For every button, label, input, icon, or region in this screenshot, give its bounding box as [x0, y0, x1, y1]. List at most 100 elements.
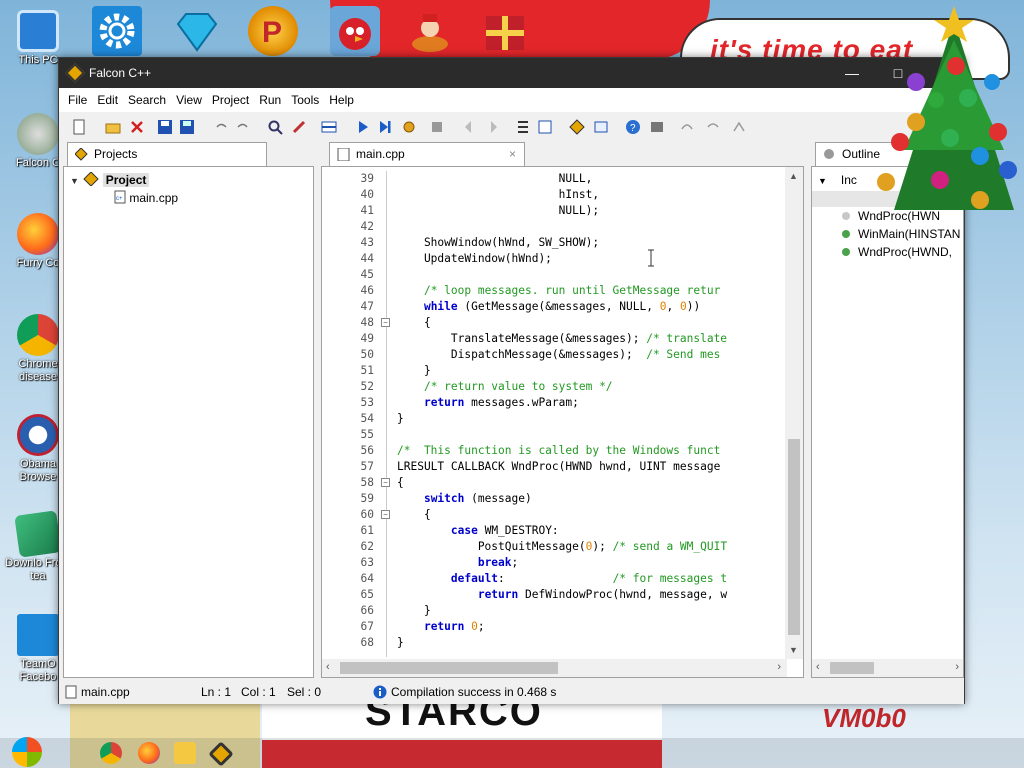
back-icon[interactable]	[461, 119, 477, 135]
code-line[interactable]: }	[397, 603, 431, 619]
scroll-right-arrow-icon[interactable]: ›	[777, 661, 781, 673]
replace-icon[interactable]	[291, 119, 307, 135]
scroll-left-arrow-icon[interactable]: ‹	[816, 661, 820, 673]
close-icon[interactable]	[129, 119, 145, 135]
outline-item-wndproc[interactable]: WndProc(HWND,	[842, 243, 952, 261]
package-icon[interactable]	[593, 119, 609, 135]
code-editor[interactable]: 39 NULL, 40 hInst, 41 NULL); 42 43 ShowWindo…	[321, 166, 804, 678]
tab-projects[interactable]: Projects	[67, 142, 267, 166]
code-line[interactable]: {	[397, 507, 431, 523]
open-folder-icon[interactable]	[105, 119, 121, 135]
redo-icon[interactable]	[235, 119, 251, 135]
fold-toggle-icon[interactable]: −	[381, 510, 390, 519]
scroll-up-arrow-icon[interactable]: ▲	[789, 171, 798, 181]
fold-toggle-icon[interactable]: −	[381, 318, 390, 327]
tab-main-cpp[interactable]: main.cpp ×	[329, 142, 525, 166]
outline-item-include[interactable]: ▼ Inc	[818, 171, 857, 190]
menu-file[interactable]: File	[63, 88, 92, 112]
chevron-down-icon[interactable]: ▼	[70, 172, 80, 190]
code-line[interactable]: default: /* for messages t	[397, 571, 727, 587]
scroll-right-arrow-icon[interactable]: ›	[955, 661, 959, 673]
code-line[interactable]: hInst,	[397, 187, 599, 203]
tab-close-button[interactable]: ×	[509, 143, 516, 165]
vertical-scrollbar[interactable]: ▲ ▼	[785, 167, 803, 659]
h-scroll-thumb[interactable]	[830, 662, 874, 674]
help-icon[interactable]: ?	[625, 119, 641, 135]
start-button[interactable]	[12, 737, 42, 767]
firefox-icon	[17, 213, 59, 255]
uncomment-icon[interactable]	[705, 119, 721, 135]
code-line[interactable]: return messages.wParam;	[397, 395, 579, 411]
tree-item-main-cpp[interactable]: c+ main.cpp	[114, 189, 178, 207]
code-line[interactable]: return DefWindowProc(hwnd, message, w	[397, 587, 727, 603]
menu-help[interactable]: Help	[324, 88, 359, 112]
stop-icon[interactable]	[429, 119, 445, 135]
red-bird-icon	[339, 18, 371, 50]
new-file-icon[interactable]	[71, 119, 87, 135]
scroll-thumb[interactable]	[788, 439, 800, 635]
code-line[interactable]: /* return value to system */	[397, 379, 613, 395]
code-line[interactable]: while (GetMessage(&messages, NULL, 0, 0)…	[397, 299, 700, 315]
taskbar-folder-icon[interactable]	[174, 742, 196, 764]
code-area[interactable]: 39 NULL, 40 hInst, 41 NULL); 42 43 ShowWindo…	[322, 171, 784, 657]
save-all-icon[interactable]	[179, 119, 195, 135]
code-line[interactable]: DispatchMessage(&messages); /* Send mes	[397, 347, 720, 363]
comment-icon[interactable]	[679, 119, 695, 135]
code-line[interactable]: /* loop messages. run until GetMessage r…	[397, 283, 720, 299]
outline-h-scrollbar[interactable]: ‹ ›	[812, 659, 963, 677]
code-line[interactable]: {	[397, 475, 404, 491]
settings-gear-icon[interactable]	[92, 6, 142, 56]
code-line[interactable]: }	[397, 363, 431, 379]
forward-icon[interactable]	[485, 119, 501, 135]
falcon-tool-icon[interactable]	[569, 119, 585, 135]
menu-search[interactable]: Search	[123, 88, 171, 112]
scroll-left-arrow-icon[interactable]: ‹	[326, 661, 330, 673]
title-bar[interactable]: Falcon C++ — □	[59, 58, 964, 88]
code-line[interactable]: }	[397, 411, 404, 427]
code-line[interactable]: PostQuitMessage(0); /* send a WM_QUIT	[397, 539, 727, 555]
taskbar-firefox-icon[interactable]	[138, 742, 160, 764]
code-line[interactable]: return 0;	[397, 619, 485, 635]
indent-icon[interactable]	[731, 119, 747, 135]
h-scroll-thumb[interactable]	[340, 662, 558, 674]
code-line[interactable]: NULL);	[397, 203, 599, 219]
list-icon[interactable]	[515, 119, 531, 135]
game-app-icon[interactable]	[405, 6, 455, 56]
tree-root-project[interactable]: ▼ Project	[70, 171, 170, 190]
fold-toggle-icon[interactable]: −	[381, 478, 390, 487]
code-line[interactable]: break;	[397, 555, 518, 571]
code-line[interactable]: }	[397, 635, 404, 651]
chevron-down-icon[interactable]: ▼	[818, 176, 827, 186]
menu-run[interactable]: Run	[254, 88, 286, 112]
code-line[interactable]: ShowWindow(hWnd, SW_SHOW);	[397, 235, 599, 251]
horizontal-scrollbar[interactable]: ‹ ›	[322, 659, 787, 677]
book-app-icon[interactable]	[480, 6, 530, 56]
code-line[interactable]: /* This function is called by the Window…	[397, 443, 720, 459]
scroll-down-arrow-icon[interactable]: ▼	[789, 645, 798, 655]
undo-icon[interactable]	[213, 119, 229, 135]
save-icon[interactable]	[157, 119, 173, 135]
find-icon[interactable]	[267, 119, 283, 135]
pinball-app-icon[interactable]: P	[248, 6, 298, 56]
code-line[interactable]: NULL,	[397, 171, 593, 187]
menu-edit[interactable]: Edit	[92, 88, 123, 112]
build-gear-icon[interactable]	[401, 119, 417, 135]
code-line[interactable]: LRESULT CALLBACK WndProc(HWND hwnd, UINT…	[397, 459, 720, 475]
step-icon[interactable]	[377, 119, 393, 135]
angry-birds-app-icon[interactable]	[330, 6, 380, 56]
outline-panel: ▼ Inc WndProc(HWN WinMain(HINSTAN WndProc…	[811, 166, 964, 678]
taskbar-chrome-icon[interactable]	[100, 742, 122, 764]
properties-icon[interactable]	[537, 119, 553, 135]
menu-view[interactable]: View	[171, 88, 207, 112]
book-icon[interactable]	[649, 119, 665, 135]
code-line[interactable]: switch (message)	[397, 491, 532, 507]
code-line[interactable]: {	[397, 315, 431, 331]
diamond-app-icon[interactable]	[172, 6, 222, 56]
code-line[interactable]: case WM_DESTROY:	[397, 523, 559, 539]
compile-icon[interactable]	[321, 119, 337, 135]
run-icon[interactable]	[355, 119, 371, 135]
code-line[interactable]: TranslateMessage(&messages); /* translat…	[397, 331, 727, 347]
menu-project[interactable]: Project	[207, 88, 254, 112]
code-line[interactable]: UpdateWindow(hWnd);	[397, 251, 552, 267]
menu-tools[interactable]: Tools	[286, 88, 324, 112]
